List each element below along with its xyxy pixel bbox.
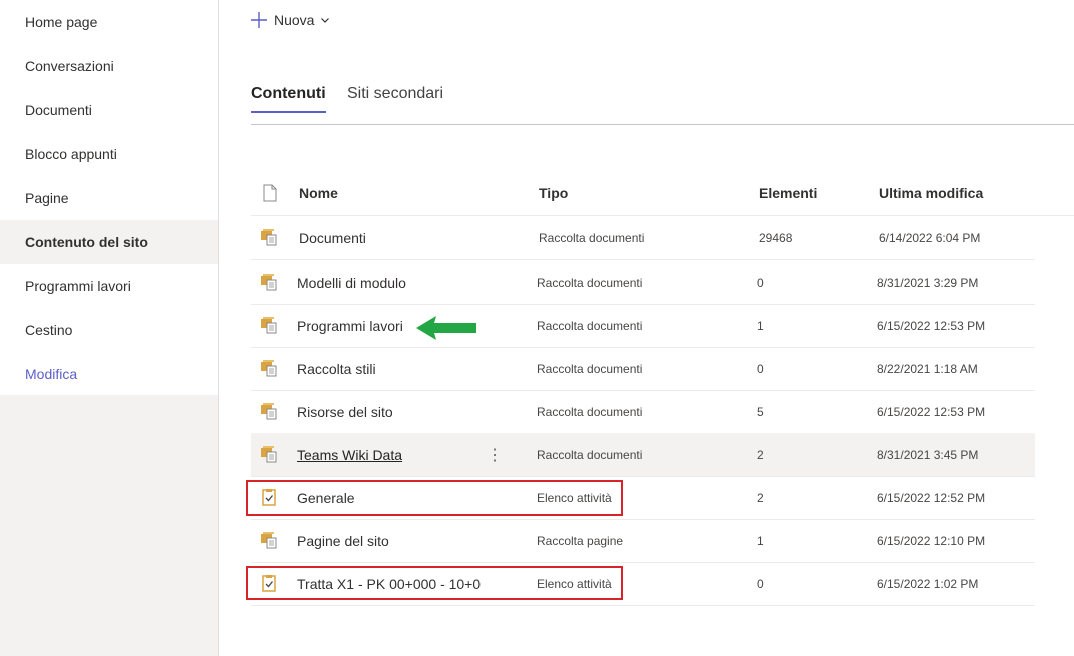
- row-type: Raccolta documenti: [537, 318, 643, 333]
- document-library-icon: [261, 532, 277, 549]
- sidebar-item-programmi-lavori[interactable]: Programmi lavori: [0, 264, 218, 308]
- column-header-elementi[interactable]: Elementi: [759, 171, 817, 215]
- row-name[interactable]: Modelli di modulo: [297, 261, 487, 304]
- sidebar-item-conversazioni[interactable]: Conversazioni: [0, 44, 218, 88]
- tab-contenuti[interactable]: Contenuti: [251, 80, 326, 113]
- chevron-down-icon: [321, 18, 330, 23]
- row-modified: 6/15/2022 12:10 PM: [877, 533, 986, 548]
- sidebar-item-cestino[interactable]: Cestino: [0, 308, 218, 352]
- row-type: Raccolta documenti: [539, 230, 645, 245]
- row-items: 0: [757, 361, 764, 376]
- row-items: 0: [757, 576, 764, 591]
- document-library-icon: [261, 274, 277, 291]
- sidebar-item-home-page[interactable]: Home page: [0, 0, 218, 44]
- more-options-icon[interactable]: ⋮: [487, 433, 503, 476]
- sidebar-item-blocco-appunti[interactable]: Blocco appunti: [0, 132, 218, 176]
- row-type: Raccolta documenti: [537, 447, 643, 462]
- row-name[interactable]: Risorse del sito: [297, 390, 487, 433]
- table-row[interactable]: Risorse del sito Raccolta documenti 5 6/…: [251, 390, 1035, 434]
- green-arrow-annotation: [416, 316, 476, 340]
- table-header: Nome Tipo Elementi Ultima modifica: [251, 171, 1074, 216]
- row-name[interactable]: Documenti: [299, 216, 489, 259]
- row-modified: 6/15/2022 1:02 PM: [877, 576, 979, 591]
- sidebar-item-documenti[interactable]: Documenti: [0, 88, 218, 132]
- row-name-link[interactable]: Teams Wiki Data: [297, 433, 487, 476]
- document-library-icon: [261, 403, 277, 420]
- file-type-icon[interactable]: [263, 184, 277, 202]
- row-type: Raccolta documenti: [537, 275, 643, 290]
- document-library-icon: [261, 229, 277, 246]
- tab-siti-secondari[interactable]: Siti secondari: [347, 80, 443, 113]
- row-items: 0: [757, 275, 764, 290]
- highlight-box-tratta: [246, 566, 623, 600]
- row-modified: 6/14/2022 6:04 PM: [879, 230, 981, 245]
- new-button-label: Nuova: [274, 12, 315, 28]
- sidebar-item-contenuto-del-sito[interactable]: Contenuto del sito: [0, 220, 218, 264]
- row-type: Raccolta pagine: [537, 533, 624, 548]
- document-library-icon: [261, 317, 277, 334]
- plus-icon: [251, 12, 267, 28]
- row-modified: 8/22/2021 1:18 AM: [877, 361, 978, 376]
- column-header-nome[interactable]: Nome: [299, 171, 338, 215]
- row-items: 1: [757, 533, 764, 548]
- row-items: 29468: [759, 230, 793, 245]
- left-navigation: Home page Conversazioni Documenti Blocco…: [0, 0, 219, 656]
- column-header-ultima-modifica[interactable]: Ultima modifica: [879, 171, 983, 215]
- row-modified: 8/31/2021 3:29 PM: [877, 275, 979, 290]
- table-row[interactable]: Documenti Raccolta documenti 29468 6/14/…: [251, 216, 1035, 260]
- row-items: 5: [757, 404, 764, 419]
- table-row[interactable]: Raccolta stili Raccolta documenti 0 8/22…: [251, 347, 1035, 391]
- row-type: Raccolta documenti: [537, 361, 643, 376]
- row-name[interactable]: Raccolta stili: [297, 347, 487, 390]
- new-button[interactable]: Nuova: [250, 8, 330, 32]
- column-header-tipo[interactable]: Tipo: [539, 171, 568, 215]
- row-items: 2: [757, 490, 764, 505]
- table-row[interactable]: Modelli di modulo Raccolta documenti 0 8…: [251, 261, 1035, 305]
- row-modified: 6/15/2022 12:52 PM: [877, 490, 986, 505]
- content-tabs: Contenuti Siti secondari: [251, 80, 1074, 125]
- row-type: Raccolta documenti: [537, 404, 643, 419]
- row-modified: 6/15/2022 12:53 PM: [877, 318, 986, 333]
- row-name[interactable]: Pagine del sito: [297, 519, 487, 562]
- sidebar-item-pagine[interactable]: Pagine: [0, 176, 218, 220]
- sidebar-edit-link[interactable]: Modifica: [0, 352, 218, 396]
- table-row[interactable]: Pagine del sito Raccolta pagine 1 6/15/2…: [251, 519, 1035, 563]
- row-modified: 8/31/2021 3:45 PM: [877, 447, 979, 462]
- document-library-icon: [261, 446, 277, 463]
- row-items: 1: [757, 318, 764, 333]
- document-library-icon: [261, 360, 277, 377]
- highlight-box-generale: [246, 480, 623, 516]
- row-modified: 6/15/2022 12:53 PM: [877, 404, 986, 419]
- row-items: 2: [757, 447, 764, 462]
- table-row[interactable]: Programmi lavori Raccolta documenti 1 6/…: [251, 304, 1035, 348]
- table-row[interactable]: Teams Wiki Data ⋮ Raccolta documenti 2 8…: [251, 433, 1035, 477]
